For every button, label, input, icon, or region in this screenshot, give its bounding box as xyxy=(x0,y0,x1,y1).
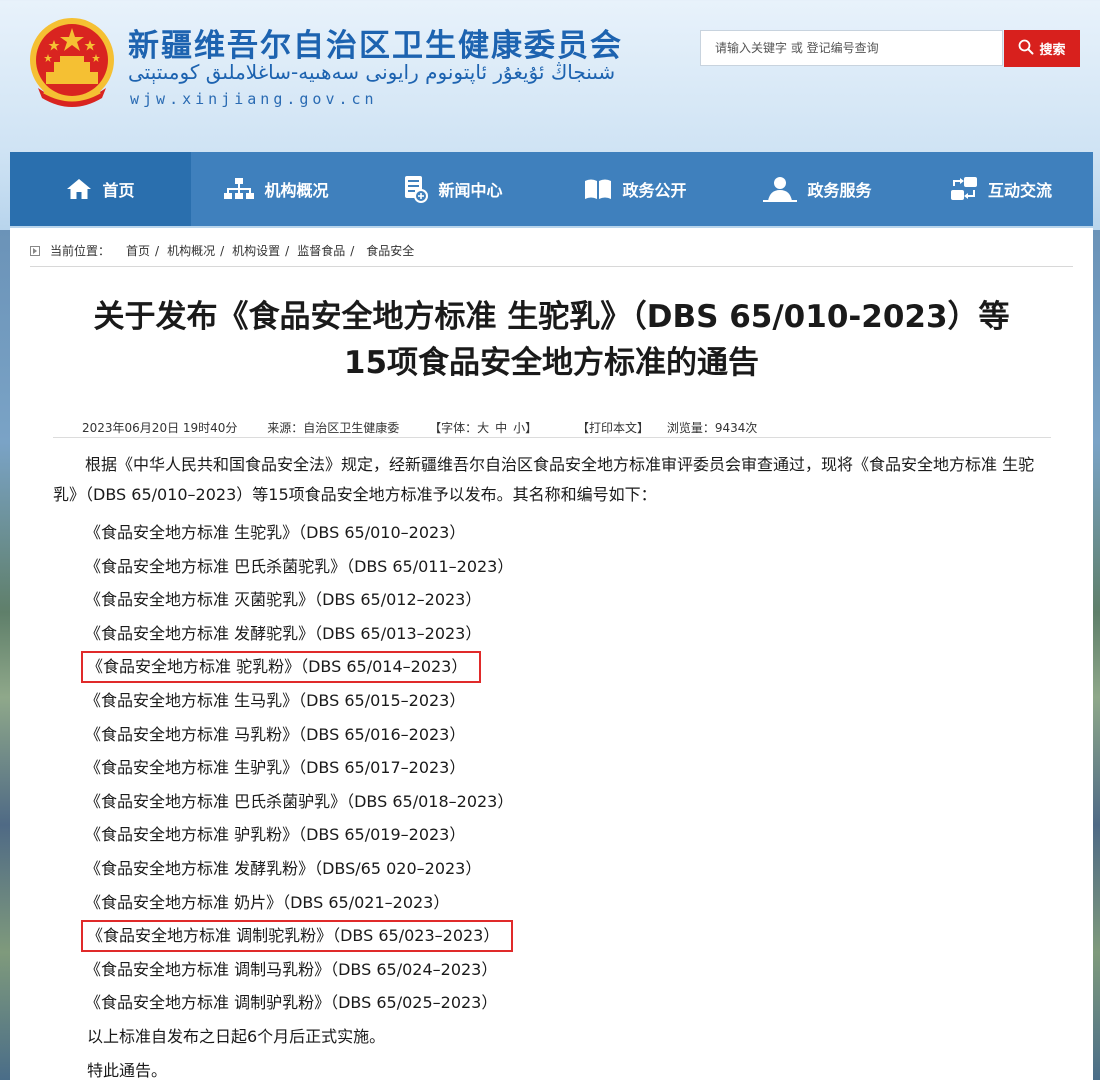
highlighted-standard: 《食品安全地方标准 调制驼乳粉》（DBS 65/023–2023） xyxy=(81,920,514,953)
list-item: 《食品安全地方标准 调制驼乳粉》（DBS 65/023–2023） xyxy=(53,919,1053,953)
book-icon xyxy=(584,178,612,200)
content-panel: 当前位置： 首页 / 机构概况 / 机构设置 / 监督食品 / 食品安全 关于发… xyxy=(10,228,1093,1080)
background-scenery-right xyxy=(1093,230,1100,1080)
nav-label: 机构概况 xyxy=(264,181,329,200)
list-item: 《食品安全地方标准 驴乳粉》（DBS 65/019–2023） xyxy=(53,818,1053,852)
search-button-label: 搜索 xyxy=(1039,43,1066,58)
news-icon xyxy=(404,175,429,203)
nav-item-government-affairs[interactable]: 政务公开 xyxy=(545,152,726,226)
list-item: 《食品安全地方标准 生驼乳》（DBS 65/010–2023） xyxy=(53,516,1053,550)
breadcrumb-link-food-safety[interactable]: 食品安全 xyxy=(366,242,414,259)
font-size-label: 【字体： xyxy=(429,421,478,435)
list-item: 《食品安全地方标准 巴氏杀菌驼乳》（DBS 65/011–2023） xyxy=(53,550,1053,584)
font-medium-button[interactable]: 中 xyxy=(495,421,507,435)
font-large-button[interactable]: 大 xyxy=(477,421,489,435)
breadcrumb: 当前位置： 首页 / 机构概况 / 机构设置 / 监督食品 / 食品安全 xyxy=(30,242,414,259)
standard-name: 《食品安全地方标准 发酵乳粉》（DBS/65 020–2023） xyxy=(85,858,482,878)
article-meta: 2023年06月20日 19时40分 来源：自治区卫生健康委 【字体：大中小】 … xyxy=(82,419,783,436)
service-icon xyxy=(763,176,798,202)
standard-name: 《食品安全地方标准 生驼乳》（DBS 65/010–2023） xyxy=(85,523,466,542)
standard-name: 《食品安全地方标准 灭菌驼乳》（DBS 65/012–2023） xyxy=(85,590,482,610)
article-source: 来源：自治区卫生健康委 xyxy=(267,421,400,435)
article-title-line: 关于发布《食品安全地方标准 生驼乳》（DBS 65/010-2023）等 xyxy=(93,299,1010,335)
sign-off: 特此通告。 xyxy=(87,1060,168,1080)
standard-name: 《食品安全地方标准 巴氏杀菌驴乳》（DBS 65/018–2023） xyxy=(85,791,514,811)
nav-item-home[interactable]: 首页 xyxy=(10,152,191,226)
nav-item-news[interactable]: 新闻中心 xyxy=(362,152,545,226)
font-size-close: 】 xyxy=(525,421,538,435)
list-item: 《食品安全地方标准 驼乳粉》（DBS 65/014–2023） xyxy=(53,650,1053,684)
search-button[interactable]: 搜索 xyxy=(1004,30,1080,67)
breadcrumb-link-organization[interactable]: 机构概况 xyxy=(167,242,215,259)
site-url: wjw.xinjiang.gov.cn xyxy=(130,90,378,108)
standard-name: 《食品安全地方标准 调制驴乳粉》（DBS 65/025–2023） xyxy=(85,993,498,1013)
article-title: 关于发布《食品安全地方标准 生驼乳》（DBS 65/010-2023）等 15项… xyxy=(40,294,1063,386)
breadcrumb-separator: / xyxy=(285,243,290,258)
nav-label: 互动交流 xyxy=(987,181,1052,200)
list-item: 《食品安全地方标准 灭菌驼乳》（DBS 65/012–2023） xyxy=(53,583,1053,617)
standard-name: 《食品安全地方标准 奶片》（DBS 65/021–2023） xyxy=(85,892,450,912)
standard-name: 《食品安全地方标准 生驴乳》（DBS 65/017–2023） xyxy=(85,758,466,778)
home-icon xyxy=(66,177,92,201)
highlighted-standard: 《食品安全地方标准 驼乳粉》（DBS 65/014–2023） xyxy=(81,651,482,684)
breadcrumb-separator: / xyxy=(220,243,225,258)
list-item: 《食品安全地方标准 生驴乳》（DBS 65/017–2023） xyxy=(53,751,1053,785)
nav-label: 新闻中心 xyxy=(438,181,503,200)
nav-item-interaction[interactable]: 互动交流 xyxy=(909,152,1093,226)
breadcrumb-separator: / xyxy=(350,243,355,258)
view-count: 浏览量：9434次 xyxy=(666,421,758,435)
intro-paragraph: 根据《中华人民共和国食品安全法》规定，经新疆维吾尔自治区食品安全地方标准审评委员… xyxy=(53,455,1035,504)
breadcrumb-label: 当前位置： xyxy=(50,244,111,258)
breadcrumb-separator: / xyxy=(155,243,160,258)
main-nav: 首页 机构概况 新闻中心 政务公开 政务服务 互动交流 xyxy=(10,152,1093,226)
meta-divider xyxy=(53,437,1051,438)
list-item: 《食品安全地方标准 奶片》（DBS 65/021–2023） xyxy=(53,886,1053,920)
list-item: 《食品安全地方标准 调制马乳粉》（DBS 65/024–2023） xyxy=(53,953,1053,987)
standards-list: 《食品安全地方标准 生驼乳》（DBS 65/010–2023） 《食品安全地方标准… xyxy=(53,516,1053,1020)
print-button[interactable]: 【打印本文】 xyxy=(577,421,649,435)
breadcrumb-link-institutions[interactable]: 机构设置 xyxy=(232,242,280,259)
standard-name: 《食品安全地方标准 驴乳粉》（DBS 65/019–2023） xyxy=(85,825,466,845)
article-title-line: 15项食品安全地方标准的通告 xyxy=(343,345,760,381)
standard-name: 《食品安全地方标准 生马乳》（DBS 65/015–2023） xyxy=(85,690,466,710)
site-title[interactable]: 新疆维吾尔自治区卫生健康委员会 xyxy=(128,20,623,65)
nav-label: 政务服务 xyxy=(807,181,872,200)
nav-label: 首页 xyxy=(102,181,135,200)
nav-label: 政务公开 xyxy=(622,181,687,200)
font-size-controls: 【字体：大中小】 xyxy=(429,421,537,435)
breadcrumb-link-food-supervision[interactable]: 监督食品 xyxy=(297,242,345,259)
nav-item-services[interactable]: 政务服务 xyxy=(726,152,909,226)
search-icon xyxy=(1018,39,1034,59)
site-header: 新疆维吾尔自治区卫生健康委员会 شىنجاڭ ئۇيغۇر ئاپتونوم ر… xyxy=(0,0,1100,150)
list-item: 《食品安全地方标准 马乳粉》（DBS 65/016–2023） xyxy=(53,718,1053,752)
site-title-uyghur: شىنجاڭ ئۇيغۇر ئاپتونوم رايونى سەھىيە-ساغ… xyxy=(128,60,616,84)
search-input[interactable] xyxy=(700,30,1003,66)
org-chart-icon xyxy=(224,177,255,201)
breadcrumb-divider xyxy=(30,266,1073,267)
standard-name: 《食品安全地方标准 调制马乳粉》（DBS 65/024–2023） xyxy=(85,959,498,979)
list-item: 《食品安全地方标准 生马乳》（DBS 65/015–2023） xyxy=(53,684,1053,718)
location-arrow-icon xyxy=(30,245,40,256)
list-item: 《食品安全地方标准 发酵乳粉》（DBS/65 020–2023） xyxy=(53,852,1053,886)
standard-name: 《食品安全地方标准 马乳粉》（DBS 65/016–2023） xyxy=(85,724,466,744)
list-item: 《食品安全地方标准 发酵驼乳》（DBS 65/013–2023） xyxy=(53,617,1053,651)
standard-name: 《食品安全地方标准 发酵驼乳》（DBS 65/013–2023） xyxy=(85,623,482,643)
nav-item-organization[interactable]: 机构概况 xyxy=(191,152,362,226)
standard-name: 《食品安全地方标准 巴氏杀菌驼乳》（DBS 65/011–2023） xyxy=(85,556,514,576)
list-item: 《食品安全地方标准 巴氏杀菌驴乳》（DBS 65/018–2023） xyxy=(53,785,1053,819)
publish-datetime: 2023年06月20日 19时40分 xyxy=(82,421,238,435)
font-small-button[interactable]: 小 xyxy=(513,421,525,435)
list-item: 《食品安全地方标准 调制驴乳粉》（DBS 65/025–2023） xyxy=(53,986,1053,1020)
closing-paragraph: 以上标准自发布之日起6个月后正式实施。 xyxy=(87,1026,386,1046)
national-emblem-icon[interactable] xyxy=(24,14,120,110)
exchange-icon xyxy=(950,176,978,202)
background-scenery-left xyxy=(0,230,10,1080)
breadcrumb-link-home[interactable]: 首页 xyxy=(126,242,150,259)
article-body: 根据《中华人民共和国食品安全法》规定，经新疆维吾尔自治区食品安全地方标准审评委员… xyxy=(53,450,1053,1080)
